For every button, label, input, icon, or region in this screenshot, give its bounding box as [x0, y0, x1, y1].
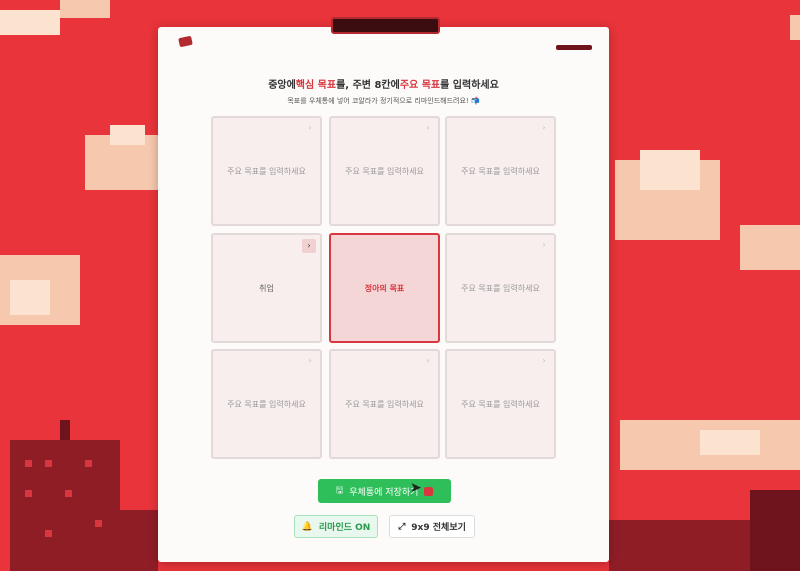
goal-cell-text: 주요 목표를 입력하세요 — [461, 166, 540, 176]
goal-cell-9[interactable]: 주요 목표를 입력하세요 › — [445, 349, 556, 459]
chevron-right-icon[interactable]: › — [538, 355, 550, 367]
goal-cell-text: 주요 목표를 입력하세요 — [461, 283, 540, 293]
full-view-label: 9x9 전체보기 — [411, 523, 466, 533]
goal-cell-text: 주요 목표를 입력하세요 — [345, 166, 424, 176]
remind-toggle-button[interactable]: 🔔 리마인드 ON — [294, 515, 378, 538]
postbox-icon — [424, 486, 434, 496]
chevron-right-icon[interactable]: › — [422, 122, 434, 134]
goal-cell-8[interactable]: 주요 목표를 입력하세요 › — [329, 349, 440, 459]
page-subtitle: 목표를 우체통에 넣어 코알라가 정기적으로 리마인드해드려요! 📬 — [287, 97, 480, 105]
goal-cell-text: 취업 — [259, 283, 274, 293]
mouse-cursor-icon: ➤ — [410, 480, 422, 496]
expand-icon: ⤢ — [398, 521, 406, 532]
goal-cell-6[interactable]: 주요 목표를 입력하세요 › — [445, 233, 556, 343]
bell-icon: 🔔 — [301, 521, 313, 532]
goal-cell-text: 주요 목표를 입력하세요 — [345, 399, 424, 409]
goal-cell-text: 주요 목표를 입력하세요 — [461, 399, 540, 409]
remind-label: 리마인드 ON — [318, 523, 371, 533]
goal-cell-4[interactable]: 취업 › — [211, 233, 322, 343]
chevron-right-icon[interactable]: › — [538, 239, 550, 251]
menu-handle[interactable] — [556, 45, 592, 50]
chevron-right-icon[interactable]: › — [538, 122, 550, 134]
goal-cell-3[interactable]: 주요 목표를 입력하세요 › — [445, 116, 556, 226]
goal-cell-7[interactable]: 주요 목표를 입력하세요 › — [211, 349, 322, 459]
save-icon: 🖫 — [335, 486, 344, 496]
save-button-label: 우체통에 저장하기 — [349, 487, 419, 498]
full-view-button[interactable]: ⤢ 9x9 전체보기 — [389, 515, 475, 538]
goal-cell-text: 주요 목표를 입력하세요 — [227, 166, 306, 176]
clipboard-clip — [331, 17, 440, 34]
goal-cell-1[interactable]: 주요 목표를 입력하세요 › — [211, 116, 322, 226]
core-goal-cell[interactable]: 정아의 목표 — [329, 233, 440, 343]
goal-cell-text: 주요 목표를 입력하세요 — [227, 399, 306, 409]
chevron-right-icon[interactable]: › — [304, 122, 316, 134]
chevron-right-icon[interactable]: › — [304, 355, 316, 367]
chevron-right-icon[interactable]: › — [302, 239, 316, 253]
save-to-postbox-button[interactable]: 🖫 우체통에 저장하기 — [318, 479, 451, 503]
core-goal-text: 정아의 목표 — [364, 283, 405, 293]
chevron-right-icon[interactable]: › — [422, 355, 434, 367]
page-title: 중앙에핵심 목표를, 주변 8칸에주요 목표를 입력하세요 — [268, 80, 499, 91]
goal-cell-2[interactable]: 주요 목표를 입력하세요 › — [329, 116, 440, 226]
mandalart-grid: 주요 목표를 입력하세요 › 주요 목표를 입력하세요 › 주요 목표를 입력하… — [211, 116, 558, 464]
